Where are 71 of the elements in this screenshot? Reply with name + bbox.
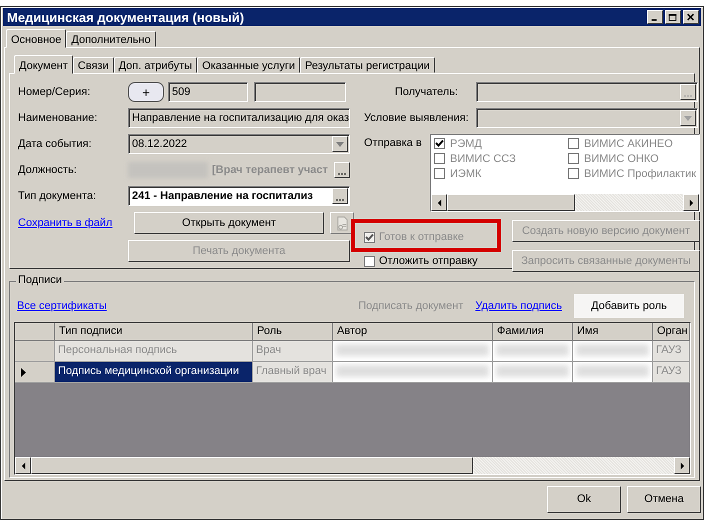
table-cell: ГАУЗ xyxy=(653,362,690,383)
checkbox[interactable] xyxy=(434,138,445,149)
number-field[interactable]: 509 xyxy=(168,82,248,102)
field-label: Дата события: xyxy=(18,138,93,150)
field-label: Тип документа: xyxy=(18,190,98,202)
date-dropdown[interactable]: 08.12.2022 xyxy=(128,134,350,154)
table-cell: Персональная подпись xyxy=(55,341,253,362)
dialog-button[interactable]: Ok xyxy=(547,486,621,512)
maximize-icon[interactable] xyxy=(665,10,681,24)
tab[interactable]: Дополнительно xyxy=(66,31,156,47)
delete-signature-link[interactable]: Удалить подпись xyxy=(475,300,562,312)
current-row-icon xyxy=(21,368,26,376)
checkbox[interactable] xyxy=(434,153,445,164)
checkbox[interactable] xyxy=(568,153,579,164)
checkbox[interactable] xyxy=(568,168,579,179)
ellipsis-button[interactable] xyxy=(332,188,348,204)
name-field[interactable]: Направление на госпитализацию для оказ xyxy=(128,108,350,128)
all-certificates-link[interactable]: Все сертификаты xyxy=(17,300,107,312)
condition-dropdown[interactable] xyxy=(476,108,698,128)
field-label: Получатель: xyxy=(394,86,459,98)
ellipsis-button[interactable] xyxy=(334,162,350,178)
field-label: Наименование: xyxy=(18,112,98,124)
option-label: ВИМИС ССЗ xyxy=(450,152,516,164)
document-type-field[interactable]: 241 - Направление на госпитализ xyxy=(128,186,350,206)
table-cell: ГАУЗ xyxy=(653,341,690,362)
scroll-left-icon[interactable] xyxy=(15,457,31,474)
field-label: Номер/Серия: xyxy=(18,86,92,98)
horizontal-scrollbar[interactable] xyxy=(15,457,690,474)
option-label: РЭМД xyxy=(450,138,482,150)
minimize-icon[interactable] xyxy=(647,10,663,24)
checkbox-label: Отложить отправку xyxy=(379,255,478,267)
checkbox[interactable] xyxy=(434,168,445,179)
tab[interactable]: Основное xyxy=(6,29,66,48)
scroll-right-icon[interactable] xyxy=(674,457,690,474)
option-label: ВИМИС АКИНЕО xyxy=(584,138,673,150)
dropdown-icon[interactable] xyxy=(680,110,696,126)
field-label: Условие выявления: xyxy=(364,112,470,124)
scroll-right-icon[interactable] xyxy=(683,194,699,211)
field-label: Отправка в xyxy=(364,136,423,151)
tab[interactable]: Результаты регистрации xyxy=(300,57,435,73)
checkbox[interactable] xyxy=(364,256,375,266)
close-icon[interactable] xyxy=(683,10,699,24)
save-to-file-link[interactable]: Сохранить в файл xyxy=(18,217,128,229)
option-label: ВИМИС Профилактик xyxy=(584,168,696,180)
window-title: Медицинская документация (новый) xyxy=(7,10,244,24)
open-document-button[interactable]: Открыть документ xyxy=(134,212,324,234)
table-cell: Главный врач xyxy=(253,362,333,383)
tab[interactable]: Оказанные услуги xyxy=(197,57,300,73)
checkbox[interactable] xyxy=(568,138,579,149)
document-icon[interactable] xyxy=(330,212,354,234)
checkbox-label: Готов к отправке xyxy=(379,231,464,243)
scroll-left-icon[interactable] xyxy=(431,194,447,211)
add-button[interactable]: + xyxy=(128,82,164,102)
table-cell: Подпись медицинской организации xyxy=(55,362,253,383)
table-cell: Врач xyxy=(253,341,333,362)
option-label: ВИМИС ОНКО xyxy=(584,152,659,164)
dialog-button[interactable]: Отмена xyxy=(627,486,701,512)
tab[interactable]: Связи xyxy=(72,57,114,73)
group-title: Подписи xyxy=(16,274,64,286)
dropdown-icon[interactable] xyxy=(332,136,348,152)
recipient-field[interactable] xyxy=(476,82,698,102)
tab[interactable]: Документ xyxy=(14,55,73,74)
option-label: ИЭМК xyxy=(450,168,482,180)
horizontal-scrollbar[interactable] xyxy=(431,194,699,211)
position-text: [Врач терапевт участ xyxy=(211,164,329,176)
tab[interactable]: Доп. атрибуты xyxy=(114,57,198,73)
document-type-text: 241 - Направление на госпитализ xyxy=(132,190,314,202)
ellipsis-button[interactable] xyxy=(680,84,696,100)
series-field[interactable] xyxy=(254,82,346,102)
add-role-button[interactable]: Добавить роль xyxy=(574,294,684,318)
field-label: Должность: xyxy=(18,164,78,176)
